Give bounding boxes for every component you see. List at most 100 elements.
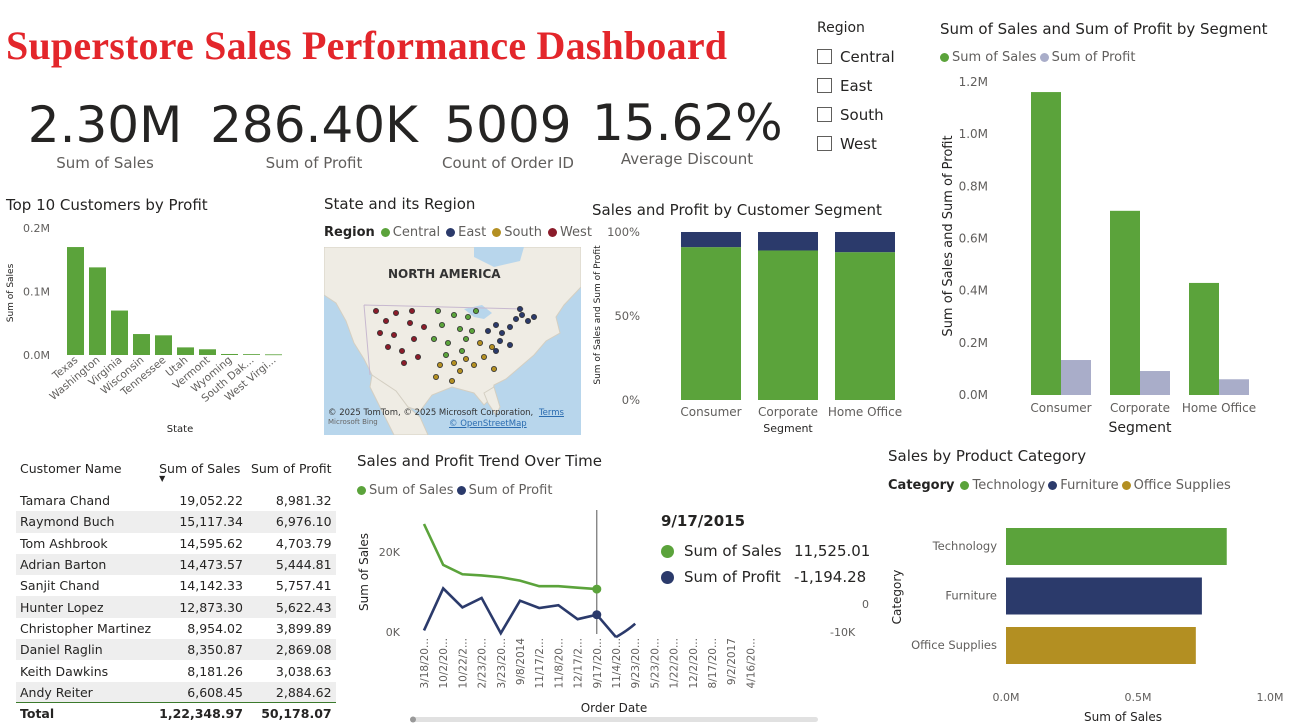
slicer-option-east[interactable]: East [817,71,917,100]
map-point [498,330,505,337]
legend-item-east[interactable]: East [446,225,486,240]
x-tick-label: Home Office [828,405,902,419]
y-tick-label-right: 0 [862,598,869,611]
table-row[interactable]: Adrian Barton 14,473.57 5,444.81 [16,553,336,576]
checkbox[interactable] [817,107,832,122]
x-tick-label: 4/16/20... [745,638,757,689]
y-axis-label: Sum of Sales and Sum of Profit [941,135,956,336]
y-tick-label: Furniture [945,589,997,603]
table-cell: Tamara Chand [20,493,111,509]
map-point [431,336,438,343]
legend-item-office-supplies[interactable]: Office Supplies [1121,478,1231,493]
table-row[interactable]: Hunter Lopez 12,873.30 5,622.43 [16,596,336,618]
table-cell: 8,981.32 [275,493,332,509]
legend-dot [1048,481,1058,490]
category-chart[interactable]: Technology Furniture Office Supplies 0.0M 0.… [885,500,1290,725]
slicer-title: Region [817,20,865,36]
legend-item-sales[interactable]: Sum of Sales [357,483,454,498]
attribution-text: © 2025 TomTom, © 2025 Microsoft Corporat… [328,408,534,418]
x-axis-label: Segment [763,422,813,435]
legend-item-furniture[interactable]: Furniture [1048,478,1119,493]
table-cell: Sanjit Chand [20,578,100,594]
table-row[interactable]: Daniel Raglin 8,350.87 2,869.08 [16,639,336,661]
column-header-customer[interactable]: Customer Name [16,446,155,490]
y-tick-label: 0K [386,626,401,639]
y-tick-label: Technology [932,539,998,553]
kpi-card-orders: 5009 Count of Order ID [430,96,586,172]
table-row[interactable]: Raymond Buch 15,117.34 6,976.10 [16,511,336,533]
table-row[interactable]: Tamara Chand 19,052.22 8,981.32 [16,490,336,511]
x-tick-label: Consumer [1030,401,1091,415]
bar [111,310,128,355]
kpi-label: Average Discount [620,150,754,168]
column-header-sales[interactable]: Sum of Sales ▼ [155,446,247,490]
map-point [462,336,469,343]
kpi-value: 5009 [444,96,572,154]
column-header-profit[interactable]: Sum of Profit [247,446,336,490]
line-profit [422,586,617,638]
y-tick-label: 0.8M [959,179,988,193]
table-total-cell: 1,22,348.97 [155,702,247,725]
checkbox[interactable] [817,49,832,64]
trend-tooltip: 9/17/2015 Sum of Sales 11,525.01 Sum of … [655,512,875,590]
table-cell: 3,038.63 [275,663,332,679]
slicer-option-central[interactable]: Central [817,42,917,71]
state-map-legend: Region Central East South West [324,225,592,240]
map-point [373,308,380,315]
checkbox[interactable] [817,78,832,93]
legend-item-technology[interactable]: Technology [960,478,1045,493]
table-row[interactable]: Sanjit Chand 14,142.33 5,757.41 [16,575,336,596]
line-profit-tail [615,622,637,639]
legend-dot [456,486,466,495]
slicer-option-south[interactable]: South [817,100,917,129]
slicer-option-label: South [840,105,884,124]
map-point [451,360,458,367]
table-cell: 5,622.43 [246,596,336,618]
sort-desc-icon: ▼ [159,474,166,483]
x-tick-label: 9/2/2017 [726,638,738,685]
legend-item-profit[interactable]: Sum of Profit [1039,50,1135,65]
legend-title: Category [888,478,955,493]
customer-table[interactable]: Customer Name Sum of Sales ▼ Sum of Prof… [16,446,336,725]
y-axis-label: Sum of Sales [6,263,16,322]
top-customers-chart[interactable]: 0.0M0.1M0.2MSum of SalesTexasWashingtonV… [0,215,300,440]
map-label: NORTH AMERICA [388,267,501,281]
legend-item-south[interactable]: South [492,225,542,240]
y-axis-label: Category [890,570,904,625]
trend-legend: Sum of Sales Sum of Profit [357,483,552,498]
line-sales [422,523,597,591]
osm-link[interactable]: © OpenStreetMap [449,419,527,429]
segment-stacked-chart[interactable]: 0% 50% 100% Sum of Sales and Sum of Profit C… [588,222,913,440]
legend-item-profit[interactable]: Sum of Profit [456,483,552,498]
map-point [411,336,418,343]
y-tick-label: 0% [622,393,640,407]
map-point [524,318,531,325]
map-point [480,354,487,361]
state-map-title: State and its Region [324,195,476,213]
table-row[interactable]: Keith Dawkins 8,181.26 3,038.63 [16,660,336,681]
legend-item-sales[interactable]: Sum of Sales [940,50,1037,65]
terms-link[interactable]: Terms [539,408,564,418]
slicer-option-west[interactable]: West [817,129,917,158]
legend-item-central[interactable]: Central [380,225,440,240]
y-tick-label: 0.2M [959,336,988,350]
kpi-label: Sum of Sales [56,154,154,172]
state-map[interactable]: NORTH AMERICA © 2025 TomTom, © 2025 Micr… [324,247,581,435]
table-row[interactable]: Tom Ashbrook 14,595.62 4,703.79 [16,533,336,554]
table-cell: 15,117.34 [155,511,247,533]
kpi-value: 2.30M [27,96,183,154]
checkbox[interactable] [817,136,832,151]
segment-clustered-chart[interactable]: 0.0M 0.2M 0.4M 0.6M 0.8M 1.0M 1.2M Sum of Sales… [935,68,1290,440]
dashboard-title: Superstore Sales Performance Dashboard [6,23,728,68]
x-tick-label: 12/17/2... [573,638,585,689]
table-cell: 3,899.89 [275,620,332,636]
x-tick-label: Corporate [1110,401,1170,415]
bar-sales [1031,92,1061,395]
legend-item-west[interactable]: West [547,225,592,240]
hover-point-sales [592,584,602,594]
kpi-value: 286.40K [210,96,418,154]
x-tick-label: Corporate [758,405,818,419]
table-row[interactable]: Andy Reiter 6,608.45 2,884.62 [16,681,336,703]
table-cell: 8,181.26 [187,663,243,679]
table-row[interactable]: Christopher Martinez 8,954.02 3,899.89 [16,618,336,639]
